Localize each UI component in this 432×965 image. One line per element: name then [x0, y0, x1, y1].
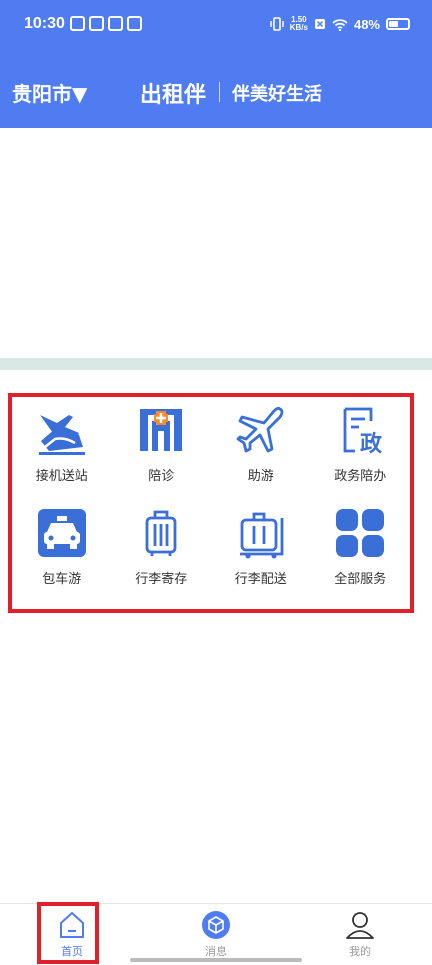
- notification-icons: [70, 16, 142, 31]
- messages-cube-icon: [202, 911, 230, 939]
- user-icon: [346, 912, 374, 939]
- gesture-home-bar[interactable]: [130, 958, 302, 962]
- status-bar: 10:30 1.50 KB/s 48%: [0, 0, 432, 50]
- luggage-cart-icon: [239, 512, 284, 559]
- inbox-notification-icon: [89, 16, 104, 31]
- battery-icon: [386, 18, 410, 30]
- service-all-services[interactable]: 全部服务: [311, 506, 411, 609]
- tab-messages-label: 消息: [205, 945, 227, 958]
- tab-profile[interactable]: 我的: [300, 904, 420, 965]
- service-travel-guide[interactable]: 助游: [211, 403, 311, 506]
- city-selector[interactable]: 贵阳市▼: [12, 78, 87, 107]
- taxi-icon: [37, 509, 86, 557]
- app-title: 出租伴: [140, 83, 207, 108]
- no-sim-icon: [314, 19, 325, 29]
- hospital-icon: [140, 409, 183, 451]
- section-divider: [0, 358, 432, 370]
- all-services-grid-icon: [336, 509, 385, 557]
- luggage-icon: [145, 510, 177, 556]
- title-divider: [219, 82, 220, 102]
- message-notification-icon: [108, 16, 123, 31]
- svg-text:政: 政: [360, 431, 383, 457]
- net-speed: 1.50 KB/s: [289, 15, 308, 32]
- vibrate-icon: [270, 17, 284, 31]
- tab-messages[interactable]: 消息: [156, 904, 276, 965]
- wifi-icon: [332, 18, 348, 31]
- service-government-affairs[interactable]: 政 政务陪办: [311, 403, 411, 506]
- app-slogan: 伴美好生活: [232, 84, 322, 105]
- service-medical-escort[interactable]: 陪诊: [112, 403, 212, 506]
- header-bar: 10:30 1.50 KB/s 48% 贵阳市▼ 出租伴 伴美好生活: [0, 0, 432, 128]
- app-notification-icon: [70, 16, 85, 31]
- tab-profile-label: 我的: [349, 945, 371, 958]
- service-airport-transfer[interactable]: 接机送站: [12, 403, 112, 506]
- service-charter-tour[interactable]: 包车游: [12, 506, 112, 609]
- services-grid: 接机送站 陪诊 助游 政 政务陪办 包车游 行李寄存 行李配送 全部服务: [8, 393, 414, 613]
- service-luggage-storage[interactable]: 行李寄存: [112, 506, 212, 609]
- battery-percent: 48%: [353, 16, 380, 32]
- plane-landing-train-icon: [38, 415, 85, 455]
- status-time: 10:30: [24, 15, 65, 32]
- gear-notification-icon: [127, 16, 142, 31]
- service-luggage-delivery[interactable]: 行李配送: [211, 506, 311, 609]
- status-right: 1.50 KB/s 48%: [270, 16, 410, 32]
- city-label: 贵阳市▼: [12, 82, 88, 106]
- home-tab-highlight: [37, 902, 99, 964]
- government-document-icon: 政: [343, 407, 383, 457]
- airplane-icon: [236, 406, 284, 453]
- banner-area: [0, 128, 432, 358]
